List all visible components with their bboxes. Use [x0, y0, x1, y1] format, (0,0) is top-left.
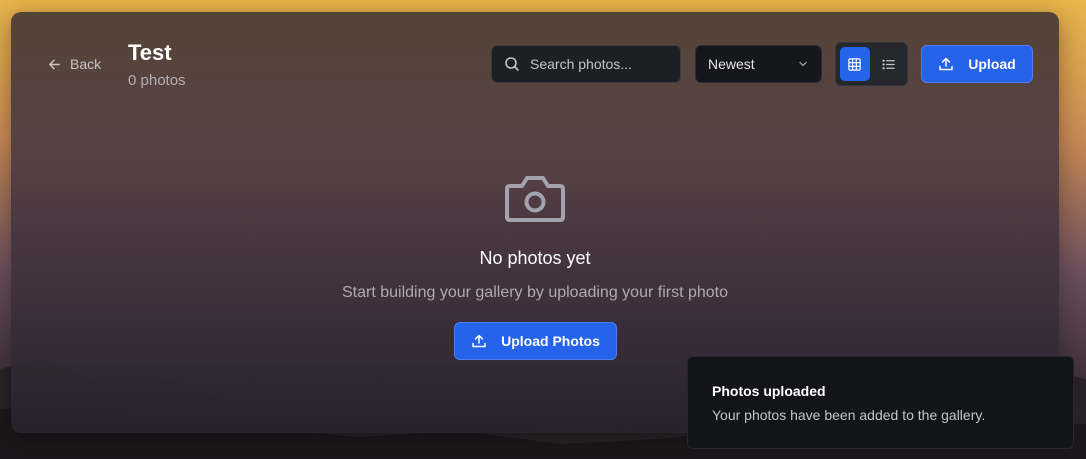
- grid-view-button[interactable]: [840, 47, 870, 81]
- empty-state-subtitle: Start building your gallery by uploading…: [342, 284, 728, 301]
- sort-value: Newest: [708, 56, 755, 72]
- search-box[interactable]: [491, 45, 681, 83]
- arrow-left-icon: [49, 59, 60, 69]
- back-label: Back: [70, 56, 102, 72]
- back-button[interactable]: Back: [47, 56, 101, 72]
- list-icon: [882, 59, 895, 69]
- view-toggle: [835, 42, 908, 86]
- toast-title: Photos uploaded: [712, 383, 826, 399]
- empty-state-title: No photos yet: [479, 248, 591, 268]
- upload-button-label: Upload: [968, 56, 1016, 72]
- search-icon: [505, 57, 519, 71]
- camera-icon: [505, 176, 565, 222]
- search-input[interactable]: [528, 55, 672, 73]
- chevron-down-icon: [799, 61, 807, 67]
- toast-message: Your photos have been added to the galle…: [712, 407, 986, 423]
- sort-select[interactable]: Newest: [695, 45, 822, 83]
- upload-photos-label: Upload Photos: [501, 333, 600, 349]
- page-title: Test: [128, 40, 172, 65]
- grid-icon: [848, 57, 861, 71]
- toast-notification[interactable]: Photos uploaded Your photos have been ad…: [687, 356, 1074, 449]
- upload-photos-button[interactable]: Upload Photos: [454, 322, 617, 360]
- upload-icon: [472, 334, 486, 348]
- list-view-button[interactable]: [874, 47, 904, 81]
- upload-icon: [939, 57, 954, 71]
- photo-count: 0 photos: [128, 72, 186, 89]
- upload-button[interactable]: Upload: [921, 45, 1033, 83]
